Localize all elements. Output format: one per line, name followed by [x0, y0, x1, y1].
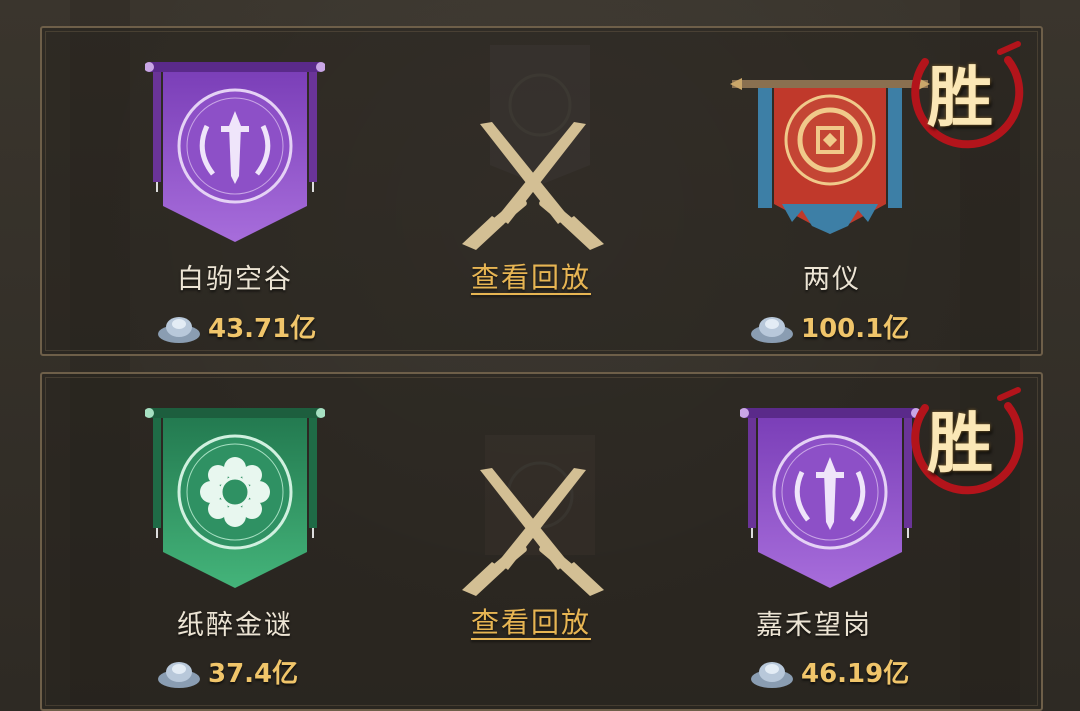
power-value: 100.1亿 — [801, 313, 910, 344]
power-value: 43.71亿 — [208, 313, 317, 344]
silver-ingot-icon — [158, 317, 200, 343]
silver-ingot-icon — [158, 662, 200, 688]
team-power: 46.19亿 — [749, 652, 909, 690]
team-banner-purple — [740, 408, 920, 588]
silver-ingot-icon — [751, 317, 793, 343]
power-value: 46.19亿 — [801, 658, 910, 689]
win-label: 胜 — [927, 404, 993, 482]
team-name: 纸醉金谜 — [177, 610, 293, 641]
silver-ingot-icon — [751, 662, 793, 688]
win-label: 胜 — [927, 58, 993, 136]
team-power: 43.71亿 — [156, 307, 316, 345]
team-banner-green — [145, 408, 325, 588]
team-power: 100.1亿 — [749, 307, 909, 345]
team-banner-purple — [145, 62, 325, 242]
team-name: 白驹空谷 — [177, 264, 293, 295]
view-replay-link[interactable]: 查看回放 — [431, 256, 631, 296]
win-badge: 胜 — [900, 378, 1030, 508]
team-name: 两仪 — [803, 264, 861, 295]
crossed-swords-icon — [462, 468, 604, 596]
win-badge: 胜 — [900, 32, 1030, 162]
power-value: 37.4亿 — [208, 658, 299, 689]
team-name: 嘉禾望岗 — [756, 610, 872, 641]
crossed-swords-icon — [462, 122, 604, 250]
team-power: 37.4亿 — [156, 652, 298, 690]
view-replay-link[interactable]: 查看回放 — [431, 601, 631, 641]
